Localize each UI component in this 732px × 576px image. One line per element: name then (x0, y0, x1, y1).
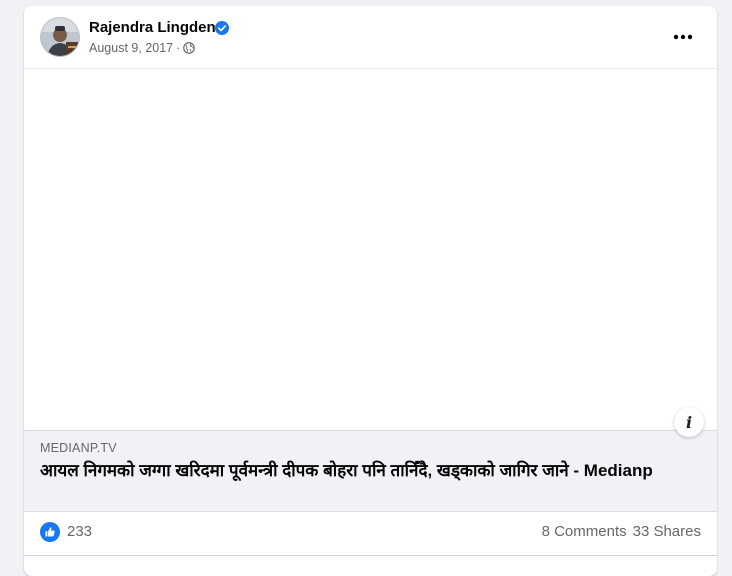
avatar-image (41, 18, 79, 56)
info-button[interactable]: i (674, 407, 704, 437)
thumbs-up-icon (45, 527, 55, 537)
link-title: आयल निगमको जग्गा खरिदमा पूर्वमन्त्री दीप… (40, 461, 653, 480)
comments-count[interactable]: 8 Comments (542, 523, 627, 540)
engagement-bar: 233 8 Comments 33 Shares (24, 511, 717, 556)
link-image-area[interactable]: i (24, 68, 717, 437)
post-header: Rajendra Lingden August 9, 2017 · (24, 6, 717, 68)
shares-count[interactable]: 33 Shares (633, 523, 701, 540)
author-name[interactable]: Rajendra Lingden (89, 19, 216, 36)
verified-badge-icon (215, 21, 229, 35)
engagement-counts: 8 Comments 33 Shares (542, 523, 701, 540)
globe-icon[interactable] (183, 42, 196, 54)
post-meta: August 9, 2017 · (89, 41, 196, 55)
meta-separator: · (176, 41, 181, 55)
author-avatar[interactable] (40, 17, 80, 57)
post-date[interactable]: August 9, 2017 (89, 41, 173, 55)
more-options-icon (673, 34, 693, 40)
like-icon[interactable] (40, 522, 60, 542)
link-preview[interactable]: MEDIANP.TV आयल निगमको जग्गा खरिदमा पूर्व… (24, 430, 717, 512)
post-card: Rajendra Lingden August 9, 2017 · i MEDI… (24, 6, 717, 576)
more-options-button[interactable] (665, 22, 701, 52)
reaction-count[interactable]: 233 (67, 523, 92, 540)
link-domain: MEDIANP.TV (40, 441, 117, 455)
